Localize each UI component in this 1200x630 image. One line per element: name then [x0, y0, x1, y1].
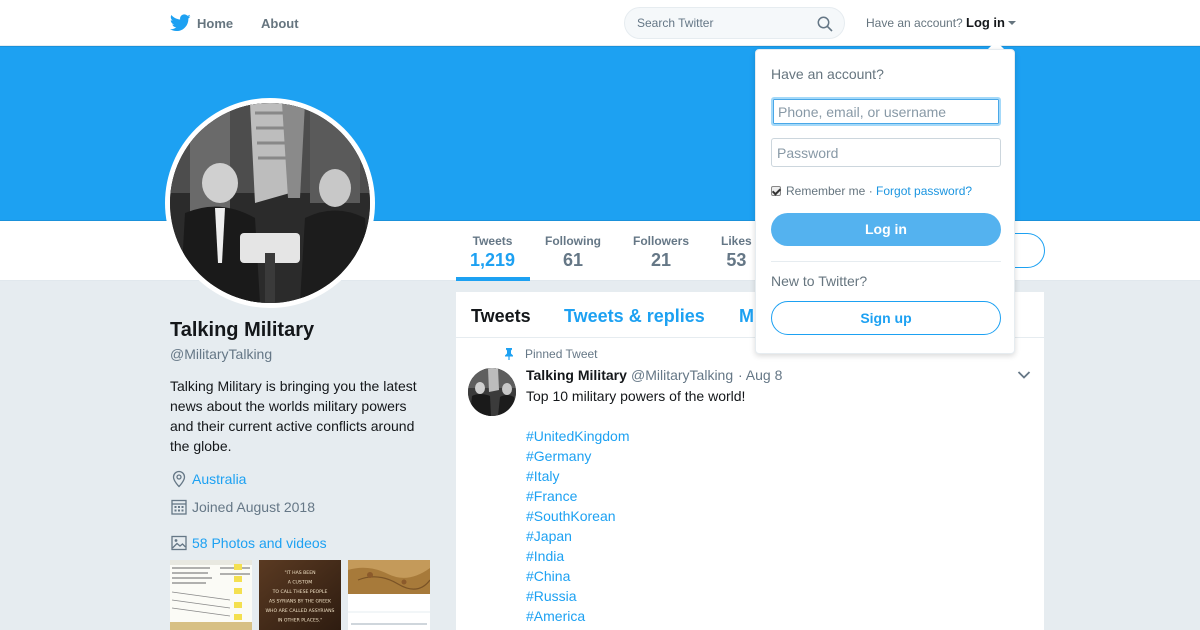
tab-tweets-replies[interactable]: Tweets & replies [564, 306, 705, 327]
avatar-image [170, 103, 370, 303]
stat-value: 21 [650, 250, 672, 270]
location-text[interactable]: Australia [192, 471, 246, 487]
tweet-author-handle[interactable]: @MilitaryTalking [631, 367, 733, 383]
have-account-text: Have an account? [866, 16, 963, 30]
hashtag-link[interactable]: #America [526, 606, 630, 626]
forgot-password-link[interactable]: Forgot password? [876, 184, 972, 198]
hashtag-link[interactable]: #Japan [526, 526, 630, 546]
avatar-photo [170, 103, 370, 303]
tweet-date[interactable]: · Aug 8 [738, 367, 782, 383]
stat-following[interactable]: Following 61 [545, 234, 601, 271]
hashtag-link[interactable]: #France [526, 486, 630, 506]
joined-text: Joined August 2018 [192, 499, 315, 515]
tab-tweets[interactable]: Tweets [471, 306, 531, 327]
stat-value: 53 [726, 250, 747, 270]
stat-label: Tweets [472, 234, 513, 248]
media-thumbnail[interactable]: "IT HAS BEEN A CUSTOM TO CALL THESE PEOPLE… [259, 560, 341, 630]
thumbnail-map-image [348, 560, 430, 630]
tweet-avatar-image [468, 368, 516, 416]
pinned-tweet-label: Pinned Tweet [525, 347, 598, 361]
stat-value: 1,219 [470, 250, 516, 270]
nav-about-link[interactable]: About [261, 16, 299, 31]
stat-tweets[interactable]: Tweets 1,219 [470, 234, 515, 271]
stat-likes[interactable]: Likes 53 [721, 234, 752, 271]
caret-down-icon[interactable] [1008, 21, 1016, 25]
profile-avatar[interactable] [165, 98, 375, 308]
location-pin-icon [172, 470, 186, 488]
photos-text[interactable]: 58 Photos and videos [192, 535, 327, 551]
stat-label: Likes [721, 234, 752, 248]
top-navigation: Home About Search Twitter Have an accoun… [0, 0, 1200, 46]
password-field[interactable] [771, 138, 1001, 167]
thumbnail-quote-line: "IT HAS BEEN [284, 570, 315, 576]
username-field[interactable] [771, 97, 1001, 126]
pin-icon [505, 348, 513, 360]
login-dropdown: Have an account? Remember me · Forgot pa… [755, 49, 1015, 354]
profile-bio: Talking Military is bringing you the lat… [170, 378, 417, 454]
active-stat-underline [456, 277, 530, 281]
divider [771, 261, 1001, 262]
remember-checkbox[interactable] [771, 186, 781, 196]
thumbnail-chart-image [170, 560, 252, 630]
login-button[interactable]: Log in [771, 213, 1001, 246]
separator-dot: · [865, 184, 877, 198]
search-placeholder: Search Twitter [637, 16, 714, 30]
search-icon[interactable] [817, 16, 833, 32]
thumbnail-quote-line: A CUSTOM [288, 580, 313, 586]
remember-label[interactable]: Remember me [786, 184, 865, 198]
thumbnail-quote-line: IN OTHER PLACES." [278, 618, 323, 624]
dropdown-title: Have an account? [771, 66, 884, 82]
media-thumbnail[interactable] [348, 560, 430, 630]
stat-label: Following [545, 234, 601, 248]
thumbnail-quote-line: WHO ARE CALLED ASSYRIANS [266, 608, 335, 614]
twitter-bird-icon[interactable] [170, 14, 191, 32]
media-thumbnail[interactable] [170, 560, 252, 630]
thumbnail-quote-image: "IT HAS BEEN A CUSTOM TO CALL THESE PEOPLE… [259, 560, 341, 630]
thumbnail-quote-line: TO CALL THESE PEOPLE [272, 589, 328, 595]
profile-name[interactable]: Talking Military [170, 319, 314, 342]
hashtag-link[interactable]: #Italy [526, 466, 630, 486]
image-icon [171, 535, 187, 551]
tweet-author-name[interactable]: Talking Military [526, 367, 627, 383]
tweet-avatar[interactable] [468, 368, 516, 416]
signup-button[interactable]: Sign up [771, 301, 1001, 335]
calendar-icon [171, 499, 187, 515]
stat-value: 61 [562, 250, 584, 270]
remember-row: Remember me · Forgot password? [771, 184, 972, 198]
stat-label: Followers [633, 234, 690, 248]
hashtag-link[interactable]: #Russia [526, 586, 630, 606]
hashtag-link[interactable]: #India [526, 546, 630, 566]
tweet-hashtags: #UnitedKingdom #Germany #Italy #France #… [526, 426, 630, 626]
login-menu-button[interactable]: Log in [966, 15, 1005, 30]
hashtag-link[interactable]: #Germany [526, 446, 630, 466]
search-input[interactable]: Search Twitter [624, 7, 845, 39]
tweet-text: Top 10 military powers of the world! [526, 388, 746, 404]
stat-followers[interactable]: Followers 21 [633, 234, 689, 271]
nav-home-link[interactable]: Home [197, 16, 233, 31]
new-to-twitter-text: New to Twitter? [771, 273, 868, 289]
hashtag-link[interactable]: #SouthKorean [526, 506, 630, 526]
hashtag-link[interactable]: #UnitedKingdom [526, 426, 630, 446]
chevron-down-icon[interactable] [1017, 370, 1031, 380]
profile-handle[interactable]: @MilitaryTalking [170, 346, 272, 362]
thumbnail-quote-line: AS SYRIANS BY THE GREEK [269, 599, 332, 605]
tab-media[interactable]: M [739, 306, 754, 327]
hashtag-link[interactable]: #China [526, 566, 630, 586]
